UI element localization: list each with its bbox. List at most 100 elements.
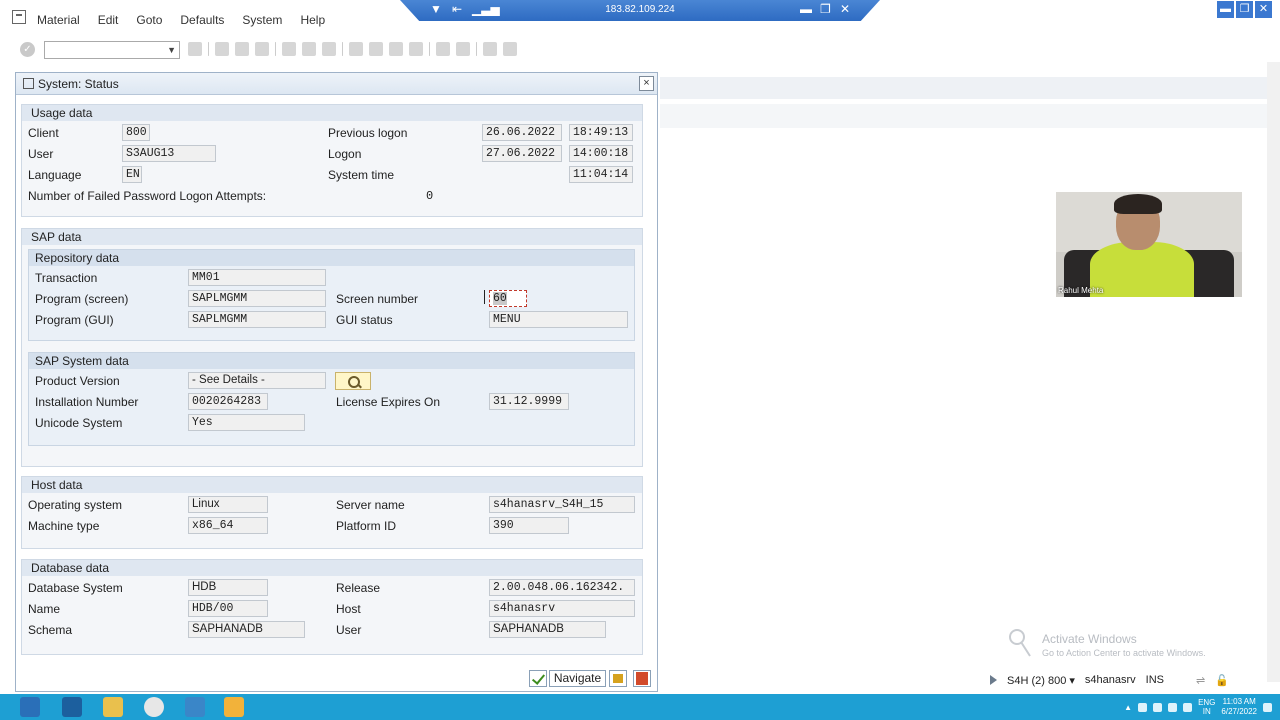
continue-button[interactable] [529, 670, 547, 687]
command-field[interactable]: ▼ [44, 41, 180, 59]
network-icon[interactable] [1138, 702, 1148, 712]
server-name-label: Server name [336, 498, 405, 512]
db-host-field[interactable]: s4hanasrv [489, 600, 635, 617]
minimize-icon[interactable]: ▬ [800, 2, 812, 16]
user-field[interactable]: S3AUG13 [122, 145, 216, 162]
file-explorer-icon[interactable] [103, 697, 123, 717]
installation-number-field[interactable]: 0020264283 [188, 393, 268, 410]
enter-icon[interactable]: ✓ [20, 42, 35, 57]
menu-material[interactable]: Material [28, 13, 89, 27]
clock[interactable]: 11:03 AM 6/27/2022 [1221, 697, 1257, 717]
menu-help[interactable]: Help [291, 13, 334, 27]
sap-system-data-header: SAP System data [29, 353, 634, 369]
menu-edit[interactable]: Edit [89, 13, 128, 27]
database-name-field[interactable]: HDB/00 [188, 600, 268, 617]
program-gui-field[interactable]: SAPLMGMM [188, 311, 326, 328]
shortcut-icon[interactable] [456, 42, 470, 56]
schema-field[interactable]: SAPHANADB [188, 621, 305, 638]
window-restore-icon[interactable]: ❐ [1236, 1, 1253, 18]
menu-bar: Material Edit Goto Defaults System Help … [0, 0, 1280, 38]
back-icon[interactable] [215, 42, 229, 56]
language-field[interactable]: EN [122, 166, 142, 183]
logon-time[interactable]: 14:00:18 [569, 145, 633, 162]
menu-goto[interactable]: Goto [127, 13, 171, 27]
first-page-icon[interactable] [349, 42, 363, 56]
license-expires-field[interactable]: 31.12.9999 [489, 393, 569, 410]
database-data-header: Database data [22, 560, 642, 576]
product-version-details-button[interactable] [335, 372, 371, 390]
new-session-icon[interactable] [436, 42, 450, 56]
platform-id-label: Platform ID [336, 519, 397, 533]
last-page-icon[interactable] [409, 42, 423, 56]
export-button[interactable] [609, 670, 627, 687]
sap-gui-icon[interactable] [185, 697, 205, 717]
watermark-subtitle: Go to Action Center to activate Windows. [1042, 648, 1206, 658]
db-user-field[interactable]: SAPHANADB [489, 621, 606, 638]
video-overlay: Rahul Mehta [1056, 192, 1242, 297]
unicode-system-label: Unicode System [35, 416, 123, 430]
dialog-close-button[interactable]: × [639, 76, 654, 91]
logon-date[interactable]: 27.06.2022 [482, 145, 562, 162]
transaction-field[interactable]: MM01 [188, 269, 326, 286]
unlock-icon[interactable]: 🔓 [1215, 674, 1229, 687]
help-icon[interactable] [483, 42, 497, 56]
battery-icon[interactable] [1153, 702, 1163, 712]
gui-status-field[interactable]: MENU [489, 311, 628, 328]
screen-number-field[interactable]: 60 [489, 290, 527, 307]
notifications-icon[interactable] [1263, 702, 1272, 712]
dialog-icon [23, 78, 34, 89]
product-version-field[interactable]: - See Details - [188, 372, 326, 389]
chevron-down-icon[interactable]: ▼ [167, 45, 176, 55]
prev-page-icon[interactable] [369, 42, 383, 56]
usage-data-header: Usage data [22, 105, 642, 121]
operating-system-field[interactable]: Linux [188, 496, 268, 513]
find-icon[interactable] [302, 42, 316, 56]
close-icon[interactable]: ✕ [840, 2, 850, 16]
server-name-field[interactable]: s4hanasrv_S4H_15 [489, 496, 635, 513]
window-minimize-icon[interactable]: ▬ [1217, 1, 1234, 18]
previous-logon-date[interactable]: 26.06.2022 [482, 124, 562, 141]
platform-id-field[interactable]: 390 [489, 517, 569, 534]
layout-menu-icon[interactable] [503, 42, 517, 56]
navigate-button[interactable]: Navigate [549, 670, 606, 687]
previous-logon-time[interactable]: 18:49:13 [569, 124, 633, 141]
toolbar-divider [275, 42, 276, 56]
release-field[interactable]: 2.00.048.06.162342. [489, 579, 635, 596]
expand-icon[interactable] [990, 675, 997, 685]
status-log-icon[interactable]: ⇌ [1196, 674, 1205, 687]
dialog-title-bar: System: Status × [16, 73, 657, 95]
save-icon[interactable] [188, 42, 202, 56]
exit-icon[interactable] [235, 42, 249, 56]
client-field[interactable]: 800 [122, 124, 150, 141]
chevron-up-icon[interactable]: ▲ [1124, 703, 1132, 712]
wifi-icon[interactable] [1168, 702, 1178, 712]
taskbar: ▲ ENG IN 11:03 AM 6/27/2022 [0, 694, 1280, 720]
restore-icon[interactable]: ❐ [820, 2, 831, 16]
input-language[interactable]: ENG IN [1198, 698, 1215, 716]
find-next-icon[interactable] [322, 42, 336, 56]
menu-defaults[interactable]: Defaults [171, 13, 233, 27]
program-screen-field[interactable]: SAPLMGMM [188, 290, 326, 307]
background-toolbar-area [660, 104, 1267, 128]
unicode-system-field[interactable]: Yes [188, 414, 305, 431]
cancel-icon[interactable] [255, 42, 269, 56]
chrome-icon[interactable] [144, 697, 164, 717]
product-version-label: Product Version [35, 374, 120, 388]
machine-type-field[interactable]: x86_64 [188, 517, 268, 534]
system-info[interactable]: S4H (2) 800 ▾ [1007, 674, 1075, 687]
powershell-icon[interactable] [62, 697, 82, 717]
next-page-icon[interactable] [389, 42, 403, 56]
menu-system[interactable]: System [233, 13, 291, 27]
cancel-button[interactable] [633, 670, 651, 687]
sap-session-icon[interactable] [224, 697, 244, 717]
app-menu-icon[interactable] [12, 10, 26, 24]
server-info: s4hanasrv [1084, 674, 1136, 686]
database-system-field[interactable]: HDB [188, 579, 268, 596]
system-time-field[interactable]: 11:04:14 [569, 166, 633, 183]
vertical-scrollbar[interactable] [1267, 62, 1280, 682]
sap-logon-icon[interactable] [20, 697, 40, 717]
window-close-icon[interactable]: ✕ [1255, 1, 1272, 18]
volume-icon[interactable] [1183, 702, 1193, 712]
print-icon[interactable] [282, 42, 296, 56]
key-icon [1009, 629, 1031, 657]
